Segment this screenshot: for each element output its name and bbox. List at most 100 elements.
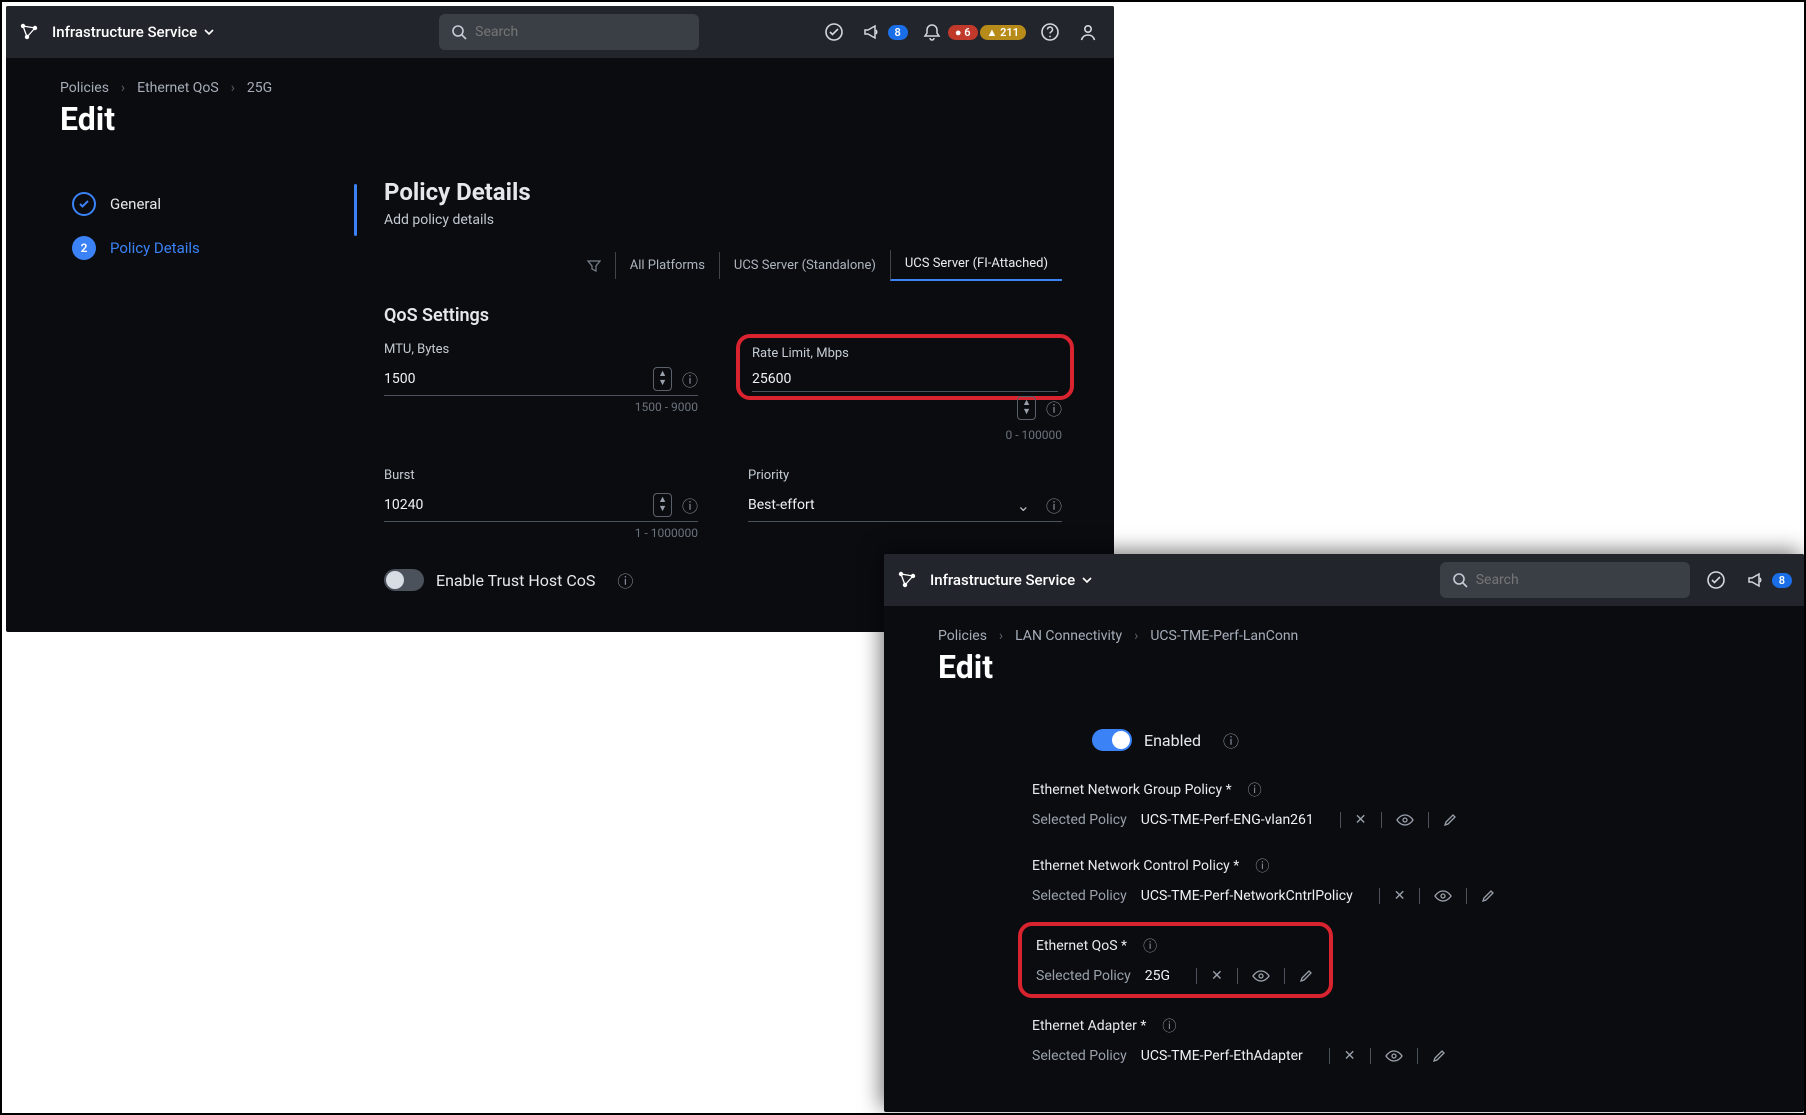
mtu-input[interactable]: 1500 ▲▼ ⓘ (384, 363, 698, 396)
brand-icon (18, 21, 40, 43)
step-number: 2 (72, 236, 96, 260)
clear-icon[interactable]: ✕ (1342, 1048, 1358, 1064)
check-icon (72, 192, 96, 216)
priority-select[interactable]: Best-effort ⌄ ⓘ (748, 489, 1062, 522)
policy-adapter: Ethernet Adapter * ⓘ Selected Policy UCS-… (932, 1002, 1756, 1078)
service-selector[interactable]: Infrastructure Service (930, 571, 1093, 589)
topbar: Infrastructure Service 8 (884, 554, 1804, 606)
clear-icon[interactable]: ✕ (1209, 968, 1225, 984)
crumb-ethernet-qos[interactable]: Ethernet QoS (137, 80, 219, 96)
mtu-value: 1500 (384, 371, 653, 387)
enabled-toggle[interactable] (1092, 729, 1132, 751)
enabled-label: Enabled (1144, 731, 1201, 750)
check-circle-icon[interactable] (820, 18, 848, 46)
search-box[interactable] (1440, 562, 1690, 598)
alert-yellow-badge: ▲ 211 (980, 25, 1026, 40)
step-details-label: Policy Details (110, 239, 200, 257)
filter-icon[interactable] (587, 259, 601, 273)
announce-badge: 8 (888, 25, 908, 40)
search-icon (451, 24, 467, 40)
crumb-lan-connectivity[interactable]: LAN Connectivity (1015, 628, 1122, 644)
announce-badge: 8 (1772, 573, 1792, 588)
eye-icon[interactable] (1432, 890, 1454, 902)
qos-label: Ethernet QoS * (1036, 938, 1127, 954)
search-input[interactable] (475, 24, 687, 40)
service-label: Infrastructure Service (52, 23, 197, 41)
rate-range: 0 - 100000 (748, 428, 1062, 442)
policy-eng: Ethernet Network Group Policy *ⓘ Selecte… (932, 766, 1756, 842)
search-icon (1452, 572, 1468, 588)
adapter-value: UCS-TME-Perf-EthAdapter (1141, 1048, 1303, 1064)
section-heading: Policy Details (384, 178, 1062, 206)
stepper-icon[interactable]: ▲▼ (1017, 396, 1036, 420)
bell-icon[interactable] (918, 18, 946, 46)
step-policy-details[interactable]: 2 Policy Details (54, 226, 354, 270)
ctrl-value: UCS-TME-Perf-NetworkCntrlPolicy (1141, 888, 1353, 904)
pencil-icon[interactable] (1479, 889, 1497, 903)
megaphone-icon[interactable] (1742, 566, 1770, 594)
ctrl-label: Ethernet Network Control Policy * (1032, 858, 1239, 874)
rate-input[interactable]: 25600 (752, 367, 1058, 392)
check-circle-icon[interactable] (1702, 566, 1730, 594)
service-label: Infrastructure Service (930, 571, 1075, 589)
brand-icon (896, 569, 918, 591)
info-icon[interactable]: ⓘ (682, 367, 698, 391)
window-lan-connectivity-edit: Infrastructure Service 8 Policies› LAN C… (884, 554, 1804, 1112)
clear-icon[interactable]: ✕ (1353, 812, 1369, 828)
search-input[interactable] (1476, 572, 1678, 588)
crumb-lanconn-name[interactable]: UCS-TME-Perf-LanConn (1150, 628, 1298, 644)
megaphone-icon[interactable] (858, 18, 886, 46)
info-icon[interactable]: ⓘ (1248, 780, 1262, 800)
pencil-icon[interactable] (1441, 813, 1459, 827)
field-priority: Priority Best-effort ⌄ ⓘ (748, 468, 1062, 540)
field-burst: Burst 10240 ▲▼ ⓘ 1 - 1000000 (384, 468, 698, 540)
info-icon[interactable]: ⓘ (617, 568, 633, 592)
info-icon[interactable]: ⓘ (1046, 396, 1062, 420)
selected-policy-label: Selected Policy (1032, 1048, 1127, 1064)
service-selector[interactable]: Infrastructure Service (52, 23, 215, 41)
field-mtu: MTU, Bytes 1500 ▲▼ ⓘ 1500 - 9000 (384, 342, 698, 442)
pencil-icon[interactable] (1297, 969, 1315, 983)
eye-icon[interactable] (1394, 814, 1416, 826)
tab-ucs-standalone[interactable]: UCS Server (Standalone) (719, 252, 890, 279)
burst-label: Burst (384, 468, 698, 483)
selected-policy-label: Selected Policy (1036, 968, 1131, 984)
trust-cos-label: Enable Trust Host CoS (436, 571, 595, 590)
step-general-label: General (110, 195, 161, 213)
step-nav: General 2 Policy Details (54, 156, 354, 632)
clear-icon[interactable]: ✕ (1392, 888, 1408, 904)
tab-ucs-fi-attached[interactable]: UCS Server (FI-Attached) (890, 250, 1062, 281)
eye-icon[interactable] (1250, 970, 1272, 982)
pencil-icon[interactable] (1430, 1049, 1448, 1063)
crumb-policies[interactable]: Policies (60, 80, 109, 96)
trust-cos-toggle[interactable] (384, 569, 424, 591)
stepper-icon[interactable]: ▲▼ (653, 367, 672, 391)
enabled-row: Enabled ⓘ (932, 714, 1756, 766)
burst-range: 1 - 1000000 (384, 526, 698, 540)
eye-icon[interactable] (1383, 1050, 1405, 1062)
page-title: Edit (6, 96, 1114, 156)
info-icon[interactable]: ⓘ (1143, 936, 1157, 956)
burst-value: 10240 (384, 497, 653, 513)
stepper-icon[interactable]: ▲▼ (653, 493, 672, 517)
info-icon[interactable]: ⓘ (1255, 856, 1269, 876)
highlight-ethernet-qos: Ethernet QoS *ⓘ Selected Policy 25G ✕ (1018, 922, 1333, 998)
crumb-policies[interactable]: Policies (938, 628, 987, 644)
search-box[interactable] (439, 14, 699, 50)
eng-value: UCS-TME-Perf-ENG-vlan261 (1141, 812, 1314, 828)
tab-all-platforms[interactable]: All Platforms (615, 252, 719, 279)
info-icon[interactable]: ⓘ (682, 493, 698, 517)
adapter-label: Ethernet Adapter * (1032, 1018, 1146, 1034)
crumb-25g[interactable]: 25G (247, 80, 272, 96)
eng-label: Ethernet Network Group Policy * (1032, 782, 1232, 798)
info-icon[interactable]: ⓘ (1223, 728, 1239, 752)
window-qos-edit: Infrastructure Service 8 ● 6 ▲ 211 Polic… (6, 6, 1114, 632)
info-icon[interactable]: ⓘ (1162, 1016, 1176, 1036)
info-icon[interactable]: ⓘ (1046, 493, 1062, 517)
burst-input[interactable]: 10240 ▲▼ ⓘ (384, 489, 698, 522)
breadcrumb: Policies› Ethernet QoS› 25G (6, 58, 1114, 96)
help-icon[interactable] (1036, 18, 1064, 46)
user-icon[interactable] (1074, 18, 1102, 46)
rate-label: Rate Limit, Mbps (752, 346, 1058, 361)
step-general[interactable]: General (54, 182, 354, 226)
